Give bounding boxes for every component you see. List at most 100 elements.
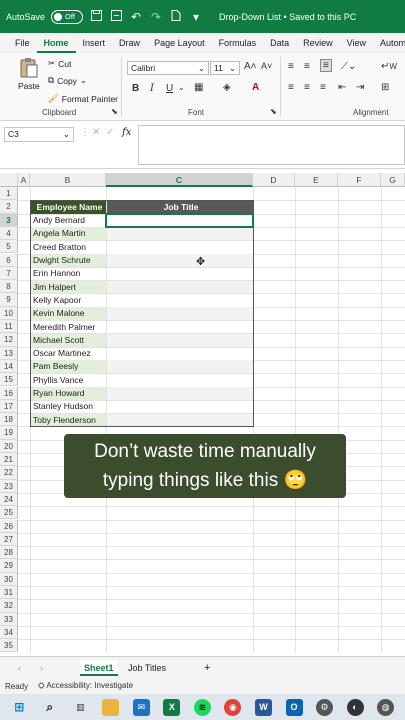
row-header-31[interactable]: 31 bbox=[0, 586, 18, 600]
formula-input[interactable] bbox=[138, 125, 405, 165]
autosave-toggle[interactable]: Off bbox=[51, 9, 84, 24]
column-header-a[interactable]: A bbox=[18, 173, 30, 187]
column-header-d[interactable]: D bbox=[253, 173, 295, 187]
row-header-17[interactable]: 17 bbox=[0, 399, 18, 414]
outlook-mail-icon[interactable]: ✉ bbox=[132, 698, 150, 716]
job-title-cell[interactable] bbox=[107, 413, 253, 427]
column-header-f[interactable]: F bbox=[338, 173, 381, 187]
save-icon[interactable] bbox=[89, 9, 103, 24]
name-box[interactable]: C3 ⌄ bbox=[4, 127, 74, 142]
grow-font-icon[interactable]: A˄ bbox=[244, 61, 257, 72]
employee-name-cell[interactable]: Erin Hannon bbox=[31, 267, 106, 280]
spotify-icon[interactable]: ≋ bbox=[193, 698, 211, 716]
row-header-14[interactable]: 14 bbox=[0, 359, 18, 374]
windows-start-icon[interactable]: ⊞ bbox=[11, 699, 28, 716]
align-right-icon[interactable]: ≡ bbox=[320, 82, 326, 93]
wrap-text-button[interactable]: ↵W bbox=[381, 61, 397, 72]
media-app-icon[interactable]: ◐ bbox=[346, 698, 364, 716]
file-explorer-icon[interactable] bbox=[102, 698, 120, 716]
font-size-select[interactable]: 11 ⌄ bbox=[210, 61, 240, 75]
tab-automate[interactable]: Automate bbox=[373, 33, 405, 53]
employee-name-cell[interactable]: Ryan Howard bbox=[31, 387, 106, 400]
row-header-25[interactable]: 25 bbox=[0, 506, 18, 520]
row-header-23[interactable]: 23 bbox=[0, 479, 18, 493]
align-left-icon[interactable]: ≡ bbox=[288, 82, 294, 93]
cut-button[interactable]: ✂ Cut bbox=[48, 58, 71, 69]
job-title-cell[interactable] bbox=[107, 387, 253, 400]
row-header-6[interactable]: 6 bbox=[0, 253, 18, 267]
spreadsheet-grid[interactable]: A B C D E F G 1 2 3 4 5 6 7 8 9 10 11 12 13 14 15 16 17 1… bbox=[0, 173, 405, 653]
tab-review[interactable]: Review bbox=[296, 33, 340, 53]
employee-name-cell[interactable]: Kevin Malone bbox=[31, 307, 106, 320]
chevron-down-icon[interactable]: ⌄ bbox=[178, 83, 185, 92]
column-header-b[interactable]: B bbox=[30, 173, 106, 187]
underline-button[interactable]: U bbox=[166, 83, 173, 94]
italic-button[interactable]: I bbox=[150, 83, 154, 94]
row-header-7[interactable]: 7 bbox=[0, 266, 18, 281]
job-title-cell[interactable] bbox=[107, 294, 253, 307]
paste-button[interactable]: Paste bbox=[18, 57, 40, 91]
tab-formulas[interactable]: Formulas bbox=[212, 33, 264, 53]
employee-name-cell[interactable]: Andy Bernard bbox=[31, 214, 106, 227]
orientation-icon[interactable]: ⟋⌄ bbox=[341, 61, 356, 72]
job-title-cell[interactable] bbox=[107, 347, 253, 360]
chrome-icon[interactable]: ◉ bbox=[224, 698, 242, 716]
row-header-32[interactable]: 32 bbox=[0, 599, 18, 613]
shrink-font-icon[interactable]: A˅ bbox=[261, 61, 272, 71]
job-title-cell[interactable] bbox=[107, 333, 253, 347]
job-title-cell[interactable] bbox=[107, 307, 253, 320]
employee-name-cell[interactable]: Creed Bratton bbox=[31, 241, 106, 254]
job-title-cell[interactable] bbox=[107, 254, 253, 267]
row-header-20[interactable]: 20 bbox=[0, 439, 18, 453]
row-header-34[interactable]: 34 bbox=[0, 625, 18, 640]
scroll-left-icon[interactable]: ‹ bbox=[14, 660, 25, 676]
search-icon[interactable]: ⌕ bbox=[41, 699, 58, 716]
employee-name-cell[interactable]: Oscar Martinez bbox=[31, 347, 106, 360]
redo-icon[interactable]: ↷ bbox=[149, 10, 163, 24]
row-header-24[interactable]: 24 bbox=[0, 492, 18, 507]
clipboard-launcher-icon[interactable]: ⬊ bbox=[111, 107, 118, 116]
font-launcher-icon[interactable]: ⬊ bbox=[270, 107, 277, 116]
job-title-cell[interactable] bbox=[107, 267, 253, 280]
merge-center-icon[interactable]: ⊞ bbox=[381, 82, 389, 93]
row-header-28[interactable]: 28 bbox=[0, 546, 18, 560]
job-title-cell[interactable] bbox=[107, 280, 253, 294]
employee-name-cell[interactable]: Michael Scott bbox=[31, 333, 106, 347]
bold-button[interactable]: B bbox=[132, 83, 139, 94]
save-as-icon[interactable] bbox=[109, 9, 123, 24]
row-header-11[interactable]: 11 bbox=[0, 320, 18, 334]
row-header-29[interactable]: 29 bbox=[0, 559, 18, 573]
employee-name-cell[interactable]: Pam Beesly bbox=[31, 360, 106, 374]
employee-name-cell[interactable]: Meredith Palmer bbox=[31, 321, 106, 334]
tab-view[interactable]: View bbox=[340, 33, 373, 53]
sheet-tab-sheet1[interactable]: Sheet1 bbox=[80, 660, 118, 676]
employee-name-cell[interactable]: Jim Halpert bbox=[31, 280, 106, 294]
tab-draw[interactable]: Draw bbox=[112, 33, 147, 53]
employee-name-cell[interactable]: Dwight Schrute bbox=[31, 254, 106, 267]
employee-name-cell[interactable]: Phyllis Vance bbox=[31, 374, 106, 387]
row-header-21[interactable]: 21 bbox=[0, 453, 18, 467]
table-header-job-title[interactable]: Job Title bbox=[107, 200, 253, 214]
column-header-e[interactable]: E bbox=[295, 173, 338, 187]
fill-color-icon[interactable]: ◈ bbox=[223, 82, 231, 93]
copy-button[interactable]: ⧉ Copy ⌄ bbox=[48, 75, 87, 86]
employee-name-cell[interactable]: Angela Martin bbox=[31, 227, 106, 241]
row-header-35[interactable]: 35 bbox=[0, 639, 18, 653]
row-header-22[interactable]: 22 bbox=[0, 466, 18, 480]
row-header-27[interactable]: 27 bbox=[0, 532, 18, 547]
column-header-g[interactable]: G bbox=[381, 173, 405, 187]
job-title-cell[interactable] bbox=[107, 241, 253, 254]
borders-icon[interactable]: ▦ bbox=[194, 82, 203, 93]
job-title-cell[interactable] bbox=[107, 227, 253, 241]
row-header-26[interactable]: 26 bbox=[0, 519, 18, 533]
row-header-3[interactable]: 3 bbox=[0, 213, 18, 227]
font-color-icon[interactable]: A bbox=[252, 82, 259, 93]
undo-icon[interactable]: ↶ bbox=[129, 10, 143, 24]
table-header-employee-name[interactable]: Employee Name bbox=[31, 200, 106, 214]
employee-name-cell[interactable]: Kelly Kapoor bbox=[31, 294, 106, 307]
new-file-icon[interactable] bbox=[169, 9, 183, 24]
format-painter-button[interactable]: 🖌 Format Painter bbox=[48, 93, 118, 104]
select-all-corner[interactable] bbox=[0, 173, 18, 187]
tab-page-layout[interactable]: Page Layout bbox=[147, 33, 212, 53]
employee-name-cell[interactable]: Toby Flenderson bbox=[31, 413, 106, 427]
